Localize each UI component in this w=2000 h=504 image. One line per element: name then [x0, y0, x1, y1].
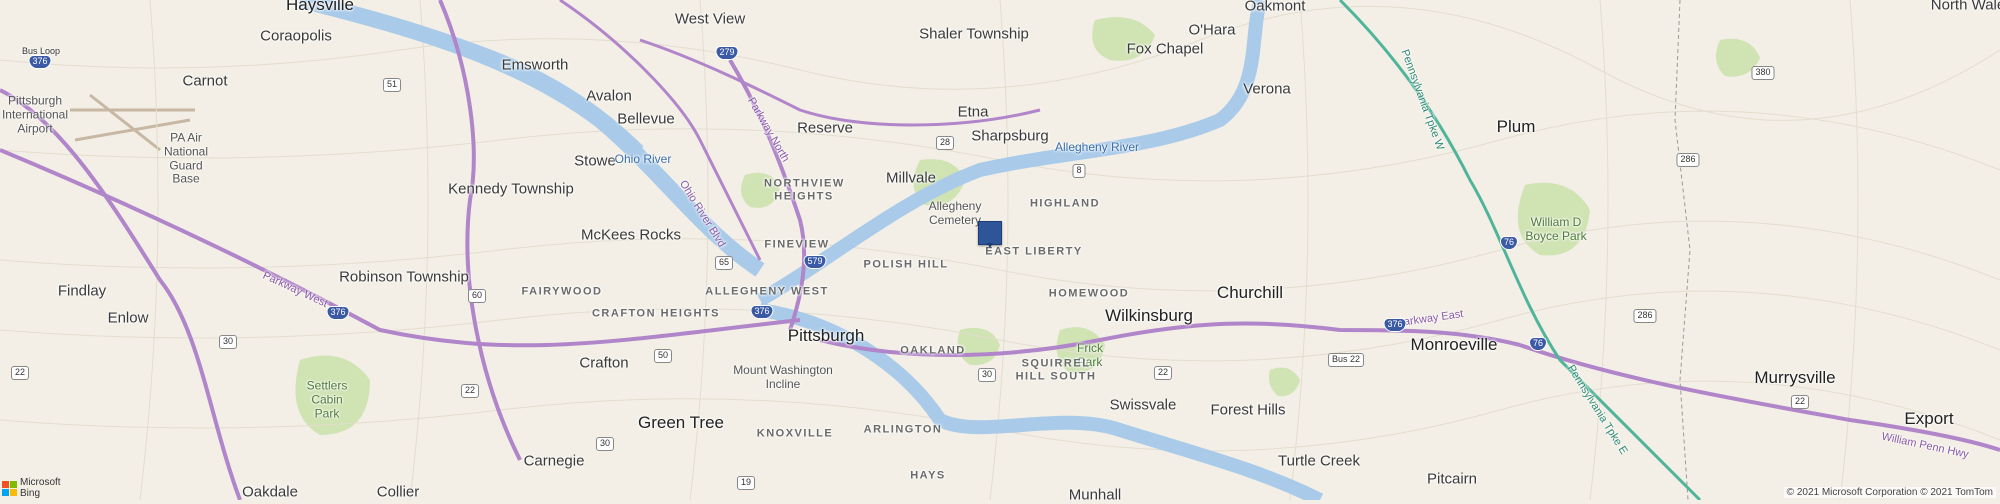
route-shield: 19 — [736, 476, 756, 490]
interstate-shield: 279 — [715, 46, 739, 60]
route-shield: 51 — [382, 78, 402, 92]
poi-label: Mount Washington Incline — [733, 363, 833, 391]
town-label: Findlay — [57, 282, 107, 300]
town-label: Pittsburgh — [787, 326, 865, 346]
town-label: Haysville — [285, 0, 355, 15]
town-label: Shaler Township — [919, 25, 1029, 43]
neighborhood-label: NORTHVIEW HEIGHTS — [764, 177, 845, 202]
town-label: Crafton — [579, 354, 629, 372]
route-shield: 22 — [1790, 395, 1810, 409]
interstate-shield: 376 — [750, 305, 774, 319]
neighborhood-label: FAIRYWOOD — [521, 285, 603, 298]
route-shield: 60 — [467, 289, 487, 303]
town-label: Emsworth — [501, 56, 569, 74]
route-shield: Bus 22 — [1327, 353, 1365, 367]
logo-text-microsoft: Microsoft — [20, 477, 61, 488]
interstate-shield: 376 — [1383, 318, 1407, 332]
town-label: Etna — [957, 103, 989, 121]
location-pin-marker[interactable] — [978, 221, 1002, 248]
route-shield: 30 — [595, 437, 615, 451]
town-label: Fox Chapel — [1126, 40, 1204, 58]
route-shield: 286 — [1676, 153, 1700, 167]
neighborhood-label: FINEVIEW — [764, 238, 830, 251]
town-label: Oakmont — [1244, 0, 1306, 15]
neighborhood-label: SQUIRREL HILL SOUTH — [1015, 357, 1097, 382]
route-shield: 30 — [218, 335, 238, 349]
town-label: Plum — [1496, 117, 1536, 137]
town-label: Enlow — [107, 309, 149, 327]
town-label: Stowe — [574, 152, 616, 170]
route-shield: 380 — [1751, 66, 1775, 80]
route-shield: 22 — [10, 366, 30, 380]
town-label: Carnegie — [523, 452, 585, 470]
town-label: McKees Rocks — [580, 226, 682, 244]
bing-logo[interactable]: Microsoft Bing — [2, 477, 61, 499]
town-label: Munhall — [1068, 486, 1122, 504]
route-shield: 8 — [1072, 164, 1086, 178]
town-label: Bellevue — [617, 110, 675, 128]
town-label: Export — [1904, 409, 1954, 429]
town-label: Avalon — [586, 87, 632, 105]
airport-label: Pittsburgh International Airport — [1, 93, 69, 135]
neighborhood-label: EAST LIBERTY — [985, 245, 1083, 258]
route-shield: 28 — [935, 136, 955, 150]
town-label: Verona — [1243, 80, 1291, 98]
poi-label: PA Air National Guard Base — [163, 130, 209, 186]
town-label: Pitcairn — [1426, 470, 1478, 488]
park-label: William D Boyce Park — [1525, 215, 1587, 243]
map-copyright: © 2021 Microsoft Corporation © 2021 TomT… — [1783, 487, 1996, 498]
park-label: Settlers Cabin Park — [306, 378, 348, 420]
town-label: Green Tree — [638, 413, 724, 433]
town-label: Millvale — [885, 169, 937, 187]
neighborhood-label: OAKLAND — [900, 344, 966, 357]
town-label: Oakdale — [242, 483, 298, 501]
neighborhood-label: HIGHLAND — [1029, 197, 1101, 210]
town-label: North Wale — [1930, 0, 2000, 14]
town-label: Swissvale — [1109, 396, 1177, 414]
neighborhood-label: ALLEGHENY WEST — [705, 285, 829, 298]
route-shield: 286 — [1633, 309, 1657, 323]
town-label: Forest Hills — [1210, 401, 1286, 419]
town-label: Churchill — [1216, 283, 1284, 303]
river-label: Allegheny River — [1054, 140, 1140, 155]
route-shield: 22 — [460, 384, 480, 398]
neighborhood-label: HAYS — [910, 469, 946, 482]
logo-text-bing: Bing — [20, 487, 41, 499]
neighborhood-label: CRAFTON HEIGHTS — [591, 307, 721, 320]
town-label: West View — [674, 10, 746, 28]
town-label: Reserve — [797, 119, 853, 137]
neighborhood-label: POLISH HILL — [863, 258, 949, 271]
neighborhood-label: KNOXVILLE — [756, 427, 834, 440]
town-label: Robinson Township — [339, 268, 469, 286]
neighborhood-label: HOMEWOOD — [1048, 287, 1130, 300]
town-label: O'Hara — [1188, 21, 1236, 39]
route-shield: 30 — [977, 368, 997, 382]
town-label: Murrysville — [1754, 368, 1836, 388]
interstate-shield: 376 — [326, 306, 350, 320]
neighborhood-label: ARLINGTON — [863, 423, 943, 436]
interstate-shield: 376 — [28, 55, 52, 69]
town-label: Coraopolis — [260, 27, 332, 45]
interstate-shield: 579 — [803, 255, 827, 269]
microsoft-logo-icon — [2, 481, 17, 496]
town-label: Wilkinsburg — [1105, 306, 1193, 326]
route-shield: 22 — [1153, 366, 1173, 380]
town-label: Collier — [376, 483, 420, 501]
town-label: Carnot — [182, 72, 228, 90]
town-label: Turtle Creek — [1278, 452, 1360, 470]
town-label: Monroeville — [1410, 335, 1498, 355]
route-shield: 50 — [653, 349, 673, 363]
town-label: Kennedy Township — [448, 180, 574, 198]
river-label: Ohio River — [614, 152, 672, 167]
route-shield: 65 — [714, 256, 734, 270]
town-label: Sharpsburg — [971, 127, 1049, 145]
